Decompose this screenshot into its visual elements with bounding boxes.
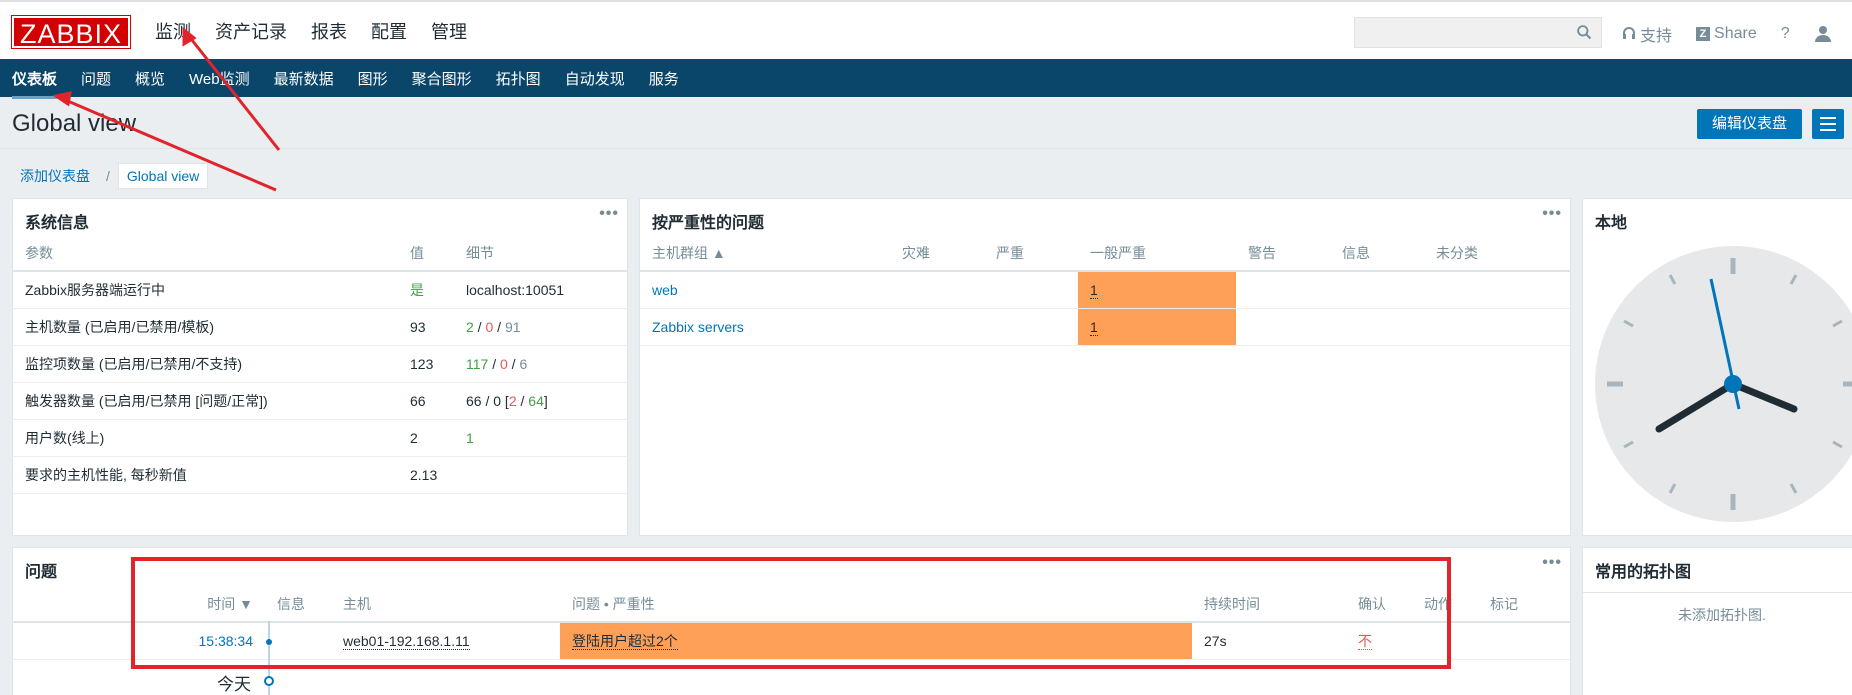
timeline-point-icon [266,639,272,645]
ack-link[interactable]: 不 [1358,632,1372,650]
nav-configuration[interactable]: 配置 [371,18,407,44]
widget-menu-icon[interactable]: ••• [1542,205,1562,223]
table-row: 监控项数量 (已启用/已禁用/不支持) 123 117 / 0 / 6 [13,345,627,383]
column-header: 参数 [13,235,398,272]
column-header: 灾难 [890,235,984,272]
system-info-widget: 系统信息 ••• 参数 值 细节 Zabbix服务器端运行中 是 localho… [12,198,628,536]
help-button[interactable]: ? [1781,25,1790,43]
widget-title: 按严重性的问题 ••• [652,205,1562,232]
widget-title: 常用的拓扑图 [1595,564,1692,581]
subnav-screens[interactable]: 聚合图形 [412,68,472,89]
support-label: 支持 [1640,28,1673,45]
widget-menu-icon[interactable]: ••• [599,205,619,223]
table-row: 用户数(线上) 2 1 [13,419,627,457]
problems-by-severity-widget: 按严重性的问题 ••• 主机群组 ▲ 灾难 严重 一般严重 警告 信息 未分类 … [639,198,1571,536]
search-icon[interactable] [1576,24,1593,41]
breadcrumb: 添加仪表盘 / Global view [12,162,209,190]
table-row: 15:38:34 web01-192.168.1.11 登陆用户超过2个 27s… [13,621,1570,695]
today-label: 今天 [217,675,251,694]
table-row: Zabbix服务器端运行中 是 localhost:10051 [13,271,627,309]
subnav-graphs[interactable]: 图形 [358,68,388,89]
column-header: 警告 [1236,235,1330,272]
header-links: 支持 Z Share ? [1622,22,1832,46]
subnav-services[interactable]: 服务 [649,68,679,89]
column-header: 值 [398,235,454,272]
column-header: 细节 [454,235,627,272]
widget-menu-icon[interactable]: ••• [1542,554,1562,572]
edit-dashboard-button[interactable]: 编辑仪表盘 [1697,109,1802,139]
main-nav: 监测 资产记录 报表 配置 管理 [155,18,467,44]
column-header: 信息 [1330,235,1424,272]
column-header: 持续时间 [1192,586,1346,623]
severity-table: 主机群组 ▲ 灾难 严重 一般严重 警告 信息 未分类 web 1 Zabbix… [640,235,1570,346]
column-header: 问题 • 严重性 [560,586,1192,623]
subnav-discovery[interactable]: 自动发现 [565,68,625,89]
problem-link[interactable]: 登陆用户超过2个 [572,632,678,650]
column-header: 一般严重 [1078,235,1236,272]
local-clock-widget: 本地 [1582,198,1852,536]
favourite-maps-widget: 常用的拓扑图 未添加拓扑图. [1582,547,1852,695]
table-row: 要求的主机性能, 每秒新值 2.13 [13,456,627,494]
subnav-web[interactable]: Web监测 [189,68,250,89]
column-header: 确认 [1346,586,1412,623]
problem-time-link[interactable]: 15:38:34 [199,633,254,649]
share-link[interactable]: Z Share [1696,25,1757,43]
headset-icon [1623,27,1635,39]
page-title: Global view [12,110,137,137]
nav-monitoring[interactable]: 监测 [155,18,191,44]
top-header: ZABBIX 监测 资产记录 报表 配置 管理 支持 Z Share ? [0,0,1852,59]
timeline-today-icon [264,676,274,686]
average-count-cell[interactable]: 1 [1078,308,1236,346]
host-group-link[interactable]: web [652,282,678,298]
widget-title: 系统信息 ••• [25,205,619,232]
zabbix-share-icon: Z [1696,27,1711,41]
table-row: 触发器数量 (已启用/已禁用 [问题/正常]) 66 66 / 0 [2 / 6… [13,382,627,420]
dashboard-menu-button[interactable] [1812,109,1844,139]
search-input[interactable] [1354,17,1602,48]
nav-reports[interactable]: 报表 [311,18,347,44]
column-header: 标记 [1478,586,1570,623]
divider [0,148,1852,149]
share-label: Share [1714,25,1757,42]
analog-clock [1595,246,1852,522]
widget-title: 本地 [1595,215,1628,232]
nav-administration[interactable]: 管理 [431,18,467,44]
duration: 27s [1192,622,1346,660]
host-link[interactable]: web01-192.168.1.11 [343,632,470,650]
subnav-maps[interactable]: 拓扑图 [496,68,541,89]
menu-icon [1820,117,1836,119]
system-info-table: 参数 值 细节 Zabbix服务器端运行中 是 localhost:10051 … [13,235,627,494]
column-header: 主机 [331,586,560,623]
table-row: Zabbix servers 1 [640,308,1570,346]
problems-widget: 问题 ••• 时间 ▼ 信息 主机 问题 • 严重性 持续时间 确认 动作 标记… [12,547,1571,695]
table-row: 主机数量 (已启用/已禁用/模板) 93 2 / 0 / 91 [13,308,627,346]
subnav-latest-data[interactable]: 最新数据 [274,68,334,89]
column-header-time[interactable]: 时间 ▼ [13,586,265,623]
average-count-cell[interactable]: 1 [1078,271,1236,309]
column-header: 信息 [265,586,331,623]
problems-table: 时间 ▼ 信息 主机 问题 • 严重性 持续时间 确认 动作 标记 15:38:… [13,586,1570,695]
support-link[interactable]: 支持 [1622,22,1672,46]
nav-inventory[interactable]: 资产记录 [215,18,287,44]
host-group-link[interactable]: Zabbix servers [652,319,744,335]
column-header-host-group[interactable]: 主机群组 ▲ [640,235,890,272]
breadcrumb-separator: / [106,168,110,184]
column-header: 严重 [984,235,1078,272]
subnav-dashboard[interactable]: 仪表板 [12,68,58,99]
widget-title: 问题 ••• [25,554,1562,581]
empty-maps-message: 未添加拓扑图. [1583,592,1852,625]
sub-nav: 仪表板 问题 概览 Web监测 最新数据 图形 聚合图形 拓扑图 自动发现 服务 [0,59,1852,99]
user-profile-icon[interactable] [1814,25,1832,43]
zabbix-logo[interactable]: ZABBIX [11,15,131,49]
breadcrumb-current[interactable]: Global view [117,163,209,189]
subnav-problems[interactable]: 问题 [81,68,111,89]
subnav-overview[interactable]: 概览 [135,68,165,89]
breadcrumb-dashboards[interactable]: 添加仪表盘 [12,162,98,190]
column-header: 动作 [1412,586,1478,623]
column-header: 未分类 [1424,235,1570,272]
table-row: web 1 [640,271,1570,309]
